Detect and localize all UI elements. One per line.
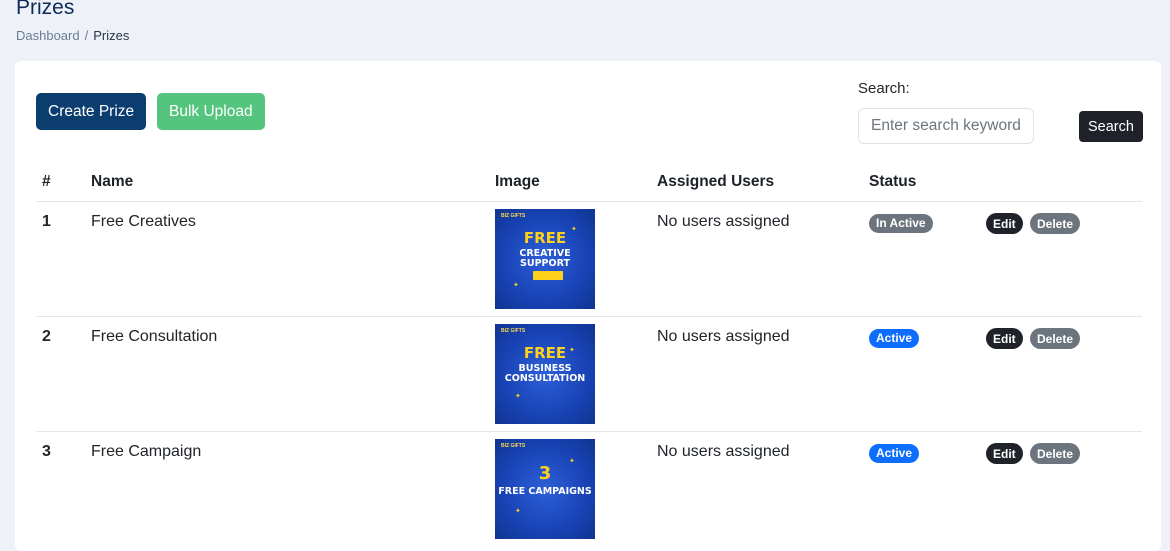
prize-image-brand: BIZ GIFTS — [501, 328, 526, 334]
prize-name: Free Campaign — [91, 443, 202, 460]
breadcrumb: Dashboard / Prizes — [16, 28, 129, 43]
prize-image-brand: BIZ GIFTS — [501, 443, 526, 449]
breadcrumb-separator: / — [84, 28, 89, 43]
column-header-num: # — [42, 173, 51, 190]
prize-image-brand: BIZ GIFTS — [501, 213, 526, 219]
page-title: Prizes — [16, 0, 75, 19]
prizes-card: Create Prize Bulk Upload Search: Search … — [15, 61, 1161, 551]
row-number: 3 — [42, 443, 51, 460]
column-header-name[interactable]: Name — [91, 173, 133, 191]
create-prize-button[interactable]: Create Prize — [36, 93, 147, 130]
edit-button[interactable]: Edit — [986, 443, 1023, 464]
row-number: 2 — [42, 328, 51, 345]
search-button[interactable]: Search — [1079, 111, 1143, 142]
search-label: Search: — [858, 80, 910, 97]
status-badge: In Active — [869, 214, 933, 233]
table-row: 1 Free Creatives BIZ GIFTS FREE CREATIVE… — [36, 201, 1142, 317]
row-number: 1 — [42, 213, 51, 230]
status-badge: Active — [869, 329, 920, 348]
delete-button[interactable]: Delete — [1030, 328, 1081, 349]
prize-image-subline: FREE CAMPAIGNS — [498, 486, 592, 497]
edit-button[interactable]: Edit — [986, 328, 1023, 349]
prize-image-tag — [533, 271, 563, 280]
bulk-upload-button[interactable]: Bulk Upload — [157, 93, 265, 130]
delete-button[interactable]: Delete — [1030, 443, 1081, 464]
prize-name: Free Creatives — [91, 213, 196, 230]
prize-image-headline: FREE — [523, 229, 567, 247]
sparkle-icon: ✦ — [513, 282, 519, 289]
status-badge: Active — [869, 444, 920, 463]
sparkle-icon: ✦ — [571, 226, 577, 233]
assigned-users: No users assigned — [657, 328, 790, 345]
breadcrumb-current: Prizes — [93, 28, 130, 43]
prize-image-subline: BUSINESS CONSULTATION — [504, 363, 586, 384]
table-row: 2 Free Consultation BIZ GIFTS FREE BUSIN… — [36, 316, 1142, 432]
column-header-status[interactable]: Status — [869, 173, 916, 191]
prize-name: Free Consultation — [91, 328, 218, 345]
column-header-image: Image — [495, 173, 540, 190]
breadcrumb-home-link[interactable]: Dashboard — [16, 28, 80, 43]
prize-image: BIZ GIFTS FREE BUSINESS CONSULTATION ✦ ✦ — [495, 324, 595, 424]
assigned-users: No users assigned — [657, 443, 790, 460]
sparkle-icon: ✦ — [515, 508, 521, 515]
assigned-users: No users assigned — [657, 213, 790, 230]
prize-image-subline: CREATIVE SUPPORT — [519, 248, 571, 269]
sparkle-icon: ✦ — [569, 458, 575, 465]
sparkle-icon: ✦ — [515, 393, 521, 400]
prize-image: BIZ GIFTS 3 FREE CAMPAIGNS ✦ ✦ — [495, 439, 595, 539]
prize-image-headline: 3 — [538, 463, 552, 484]
column-header-assigned-users: Assigned Users — [657, 173, 775, 190]
sparkle-icon: ✦ — [569, 347, 575, 354]
prize-image-headline: FREE — [523, 344, 567, 362]
table-row: 3 Free Campaign BIZ GIFTS 3 FREE CAMPAIG… — [36, 431, 1142, 547]
edit-button[interactable]: Edit — [986, 213, 1023, 234]
search-input[interactable] — [858, 108, 1034, 144]
delete-button[interactable]: Delete — [1030, 213, 1081, 234]
prize-image: BIZ GIFTS FREE CREATIVE SUPPORT ✦ ✦ — [495, 209, 595, 309]
